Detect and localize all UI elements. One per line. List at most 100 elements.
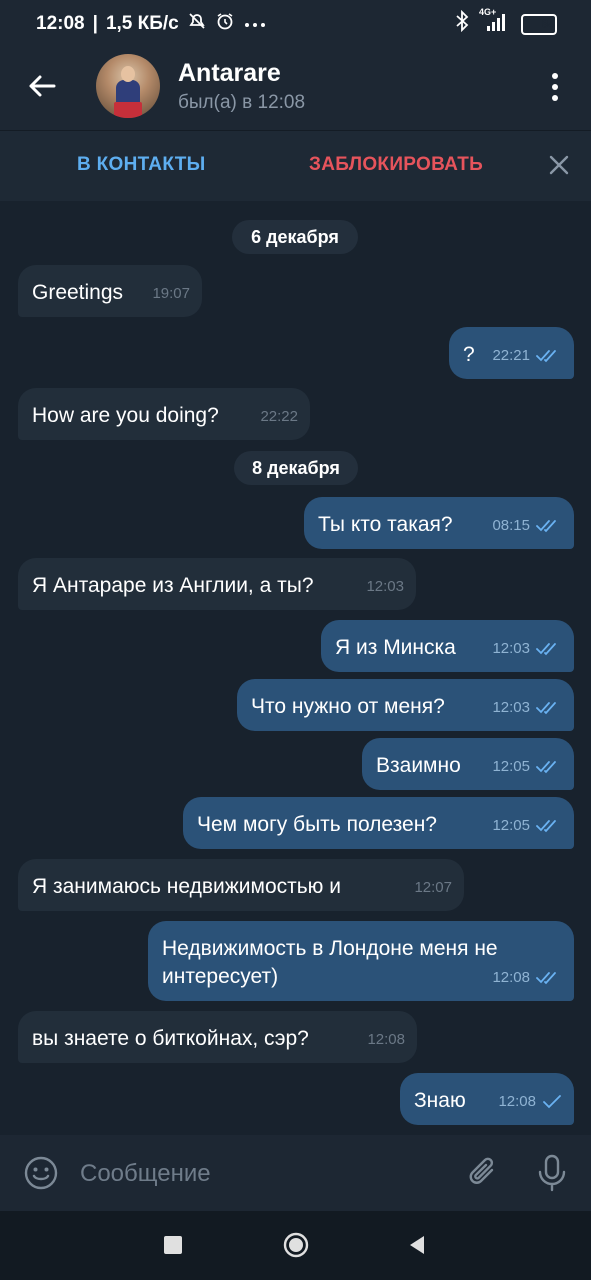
dismiss-action-bar-button[interactable]: [547, 153, 571, 177]
chat-title[interactable]: Antarare: [178, 59, 281, 88]
double-check-icon: [536, 350, 556, 363]
message-time: 12:05: [492, 758, 530, 775]
outgoing-message[interactable]: ? 22:21: [449, 327, 574, 379]
voice-record-button[interactable]: [534, 1152, 570, 1194]
message-meta: 12:05: [492, 812, 562, 840]
message-time: 12:08: [492, 969, 530, 986]
message-meta: 12:03: [492, 635, 562, 663]
incoming-message[interactable]: Greetings 19:07: [18, 265, 202, 317]
block-user-button[interactable]: ЗАБЛОКИРОВАТЬ: [309, 154, 483, 176]
message-text: Я занимаюсь недвижимостью и: [32, 875, 342, 898]
more-notifications-icon: [243, 13, 267, 35]
recent-apps-button[interactable]: [164, 1236, 182, 1254]
message-text: Знаю: [414, 1089, 466, 1112]
bluetooth-icon: [455, 9, 469, 38]
message-composer: [0, 1135, 591, 1211]
message-input[interactable]: [78, 1153, 452, 1195]
more-menu-button[interactable]: [545, 70, 565, 104]
status-bar: 12:08 | 1,5 КБ/с 4G+ 84: [0, 0, 591, 44]
outgoing-message[interactable]: Знаю 12:08: [400, 1073, 574, 1125]
message-time: 12:03: [492, 640, 530, 657]
back-button[interactable]: [24, 68, 60, 104]
incoming-message[interactable]: How are you doing? 22:22: [18, 388, 310, 440]
message-time: 12:03: [366, 578, 404, 595]
contact-action-bar: В КОНТАКТЫ ЗАБЛОКИРОВАТЬ: [0, 130, 591, 201]
arrow-left-icon: [29, 75, 56, 97]
add-contact-button[interactable]: В КОНТАКТЫ: [77, 154, 206, 176]
message-time: 12:07: [414, 879, 452, 896]
message-meta: 12:03: [492, 694, 562, 722]
double-check-icon: [536, 643, 556, 656]
battery-level: 84: [541, 17, 555, 31]
message-meta: 12:08: [492, 964, 562, 992]
status-time: 12:08: [36, 13, 85, 34]
attach-button[interactable]: [464, 1154, 502, 1192]
message-text: Я Антараре из Англии, а ты?: [32, 574, 314, 597]
outgoing-message[interactable]: Недвижимость в Лондоне меня не интересуе…: [148, 921, 574, 1001]
message-time: 22:22: [260, 408, 298, 425]
message-text: Недвижимость в Лондоне меня не интересуе…: [162, 937, 498, 988]
network-type: 4G+: [479, 7, 497, 17]
status-speed: 1,5 КБ/с: [105, 13, 179, 34]
date-separator: 6 декабря: [232, 220, 358, 254]
chat-last-seen: был(а) в 12:08: [178, 92, 306, 113]
home-button[interactable]: [283, 1232, 309, 1258]
message-meta: 12:07: [414, 874, 452, 902]
close-icon: [549, 155, 569, 175]
outgoing-message[interactable]: Чем могу быть полезен? 12:05: [183, 797, 574, 849]
message-meta: 19:07: [152, 280, 190, 308]
mute-notification-icon: [187, 11, 207, 37]
message-time: 22:21: [492, 347, 530, 364]
message-list[interactable]: 6 декабря Greetings 19:07 ? 22:21 How ar…: [0, 200, 591, 1135]
outgoing-message[interactable]: Что нужно от меня? 12:03: [237, 679, 574, 731]
message-time: 12:08: [367, 1031, 405, 1048]
chat-header: Antarare был(а) в 12:08: [0, 44, 591, 130]
double-check-icon: [536, 972, 556, 985]
message-text: How are you doing?: [32, 404, 219, 427]
message-time: 12:05: [492, 817, 530, 834]
emoji-button[interactable]: [22, 1154, 60, 1192]
alarm-icon: [215, 11, 235, 37]
message-meta: 22:21: [492, 342, 562, 370]
message-time: 08:15: [492, 517, 530, 534]
message-time: 19:07: [152, 285, 190, 302]
outgoing-message[interactable]: Ты кто такая? 08:15: [304, 497, 574, 549]
paperclip-icon: [469, 1157, 494, 1184]
date-label: 8 декабря: [252, 457, 340, 478]
message-text: Greetings: [32, 281, 124, 304]
message-text: Чем могу быть полезен?: [197, 813, 437, 836]
message-meta: 12:08: [367, 1026, 405, 1054]
avatar[interactable]: [96, 54, 160, 118]
incoming-message[interactable]: Я занимаюсь недвижимостью и 12:07: [18, 859, 464, 911]
incoming-message[interactable]: вы знаете о биткойнах, сэр? 12:08: [18, 1011, 417, 1063]
double-check-icon: [536, 820, 556, 833]
message-meta: 12:05: [492, 753, 562, 781]
outgoing-message[interactable]: Я из Минска 12:03: [321, 620, 574, 672]
date-label: 6 декабря: [251, 226, 339, 247]
system-navigation-bar: [0, 1211, 591, 1280]
signal-icon: 4G+: [479, 7, 511, 38]
more-vertical-icon: [552, 73, 558, 101]
message-meta: 12:08: [498, 1088, 562, 1116]
message-text: ?: [463, 343, 475, 366]
status-bar-right: 4G+ 84: [455, 7, 557, 38]
message-text: Ты кто такая?: [318, 513, 453, 536]
message-time: 12:08: [498, 1093, 536, 1110]
message-meta: 12:03: [366, 573, 404, 601]
message-text: Я из Минска: [335, 636, 456, 659]
message-text: Что нужно от меня?: [251, 695, 445, 718]
message-time: 12:03: [492, 699, 530, 716]
home-circle-icon: [283, 1232, 309, 1258]
double-check-icon: [536, 761, 556, 774]
message-meta: 22:22: [260, 403, 298, 431]
single-check-icon: [543, 1095, 561, 1109]
outgoing-message[interactable]: Взаимно 12:05: [362, 738, 574, 790]
incoming-message[interactable]: Я Антараре из Англии, а ты? 12:03: [18, 558, 416, 610]
status-bar-left: 12:08 | 1,5 КБ/с: [36, 11, 267, 37]
battery-icon: 84: [521, 13, 557, 35]
microphone-icon: [538, 1154, 566, 1192]
system-back-button[interactable]: [406, 1234, 428, 1256]
message-text: Взаимно: [376, 754, 461, 777]
double-check-icon: [536, 520, 556, 533]
message-text: вы знаете о биткойнах, сэр?: [32, 1027, 309, 1050]
